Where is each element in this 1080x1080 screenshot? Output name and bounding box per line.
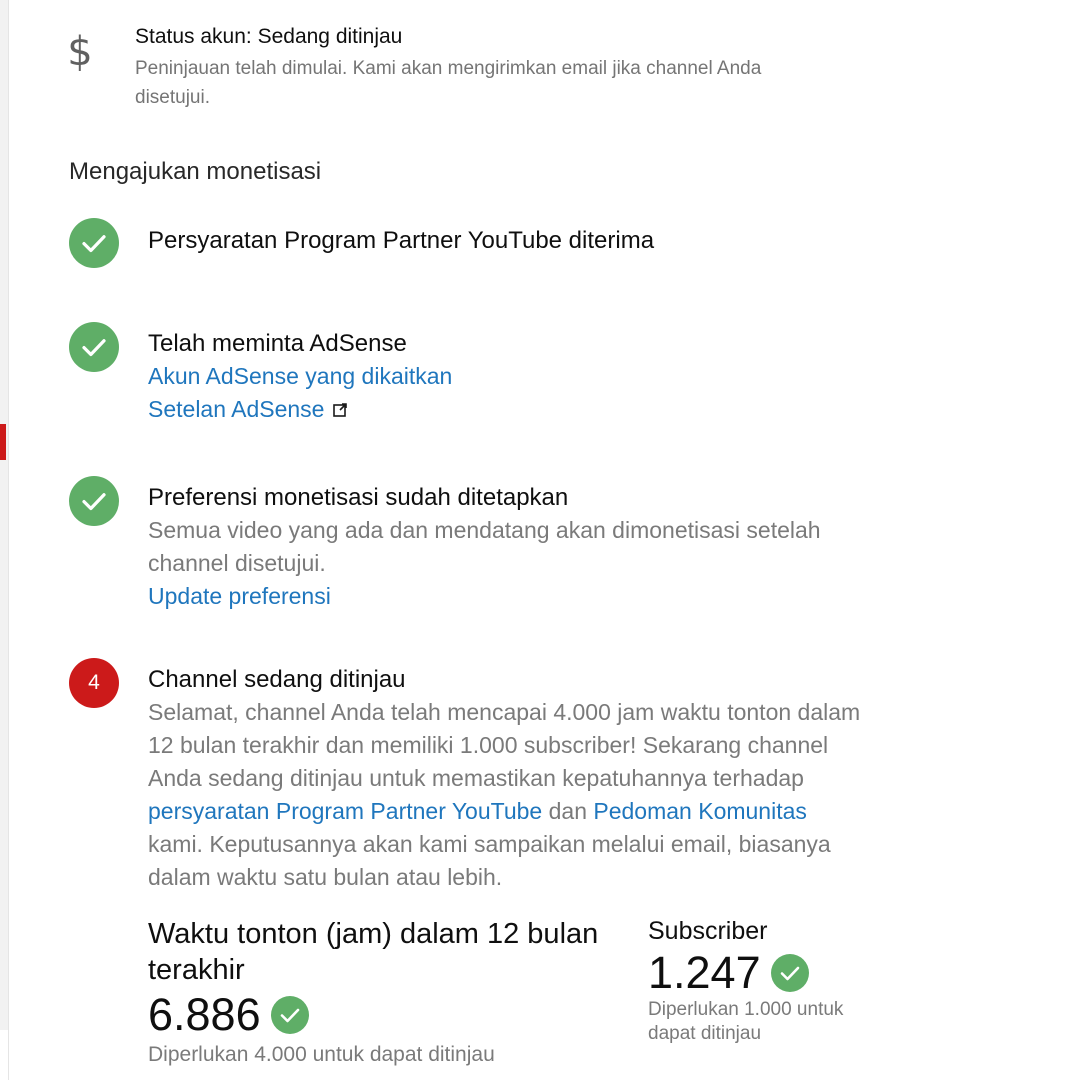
external-link-icon[interactable] bbox=[332, 402, 348, 423]
step-title: Preferensi monetisasi sudah ditetapkan bbox=[148, 484, 569, 511]
update-preferences-link[interactable]: Update preferensi bbox=[148, 580, 868, 613]
step-description: Semua video yang ada dan mendatang akan … bbox=[148, 517, 821, 576]
subscriber-value: 1.247 bbox=[648, 947, 761, 998]
adsense-settings-link[interactable]: Setelan AdSense bbox=[148, 396, 324, 422]
content-divider bbox=[8, 0, 23, 1080]
linked-adsense-account-link[interactable]: Akun AdSense yang dikaitkan bbox=[148, 360, 868, 393]
watch-time-value: 6.886 bbox=[148, 989, 261, 1040]
step-title: Channel sedang ditinjau bbox=[148, 666, 406, 693]
ypp-requirements-link[interactable]: persyaratan Program Partner YouTube bbox=[148, 798, 542, 824]
dollar-icon: $ bbox=[67, 29, 93, 75]
step-description: Selamat, channel Anda telah mencapai 4.0… bbox=[148, 696, 868, 894]
active-nav-indicator bbox=[0, 424, 6, 460]
status-title: Status akun: Sedang ditinjau bbox=[135, 25, 403, 48]
step-title: Telah meminta AdSense bbox=[148, 330, 407, 357]
section-heading: Mengajukan monetisasi bbox=[69, 158, 322, 185]
subscriber-stat: Subscriber 1.247 Diperlukan 1.000 untuk … bbox=[648, 916, 888, 1046]
checkmark-icon bbox=[69, 476, 119, 526]
review-text-part: kami. Keputusannya akan kami sampaikan m… bbox=[148, 831, 831, 890]
subscriber-label: Subscriber bbox=[648, 917, 768, 945]
step-title: Persyaratan Program Partner YouTube dite… bbox=[148, 227, 655, 254]
watch-time-label: Waktu tonton (jam) dalam 12 bulan terakh… bbox=[148, 918, 599, 986]
left-rail bbox=[0, 0, 8, 1030]
subscriber-requirement: Diperlukan 1.000 untuk dapat ditinjau bbox=[648, 999, 844, 1044]
watch-time-stat: Waktu tonton (jam) dalam 12 bulan terakh… bbox=[148, 916, 628, 1070]
checkmark-icon bbox=[270, 996, 309, 1034]
checkmark-icon bbox=[69, 322, 119, 372]
review-text-part: Selamat, channel Anda telah mencapai 4.0… bbox=[148, 699, 861, 791]
community-guidelines-link[interactable]: Pedoman Komunitas bbox=[593, 798, 807, 824]
watch-time-requirement: Diperlukan 4.000 untuk dapat ditinjau bbox=[148, 1043, 495, 1066]
status-description: Peninjauan telah dimulai. Kami akan meng… bbox=[135, 58, 762, 108]
step-number-badge: 4 bbox=[69, 658, 119, 708]
checkmark-icon bbox=[770, 954, 809, 992]
review-text-part: dan bbox=[542, 798, 594, 824]
checkmark-icon bbox=[69, 218, 119, 268]
adsense-settings-row: Setelan AdSense bbox=[148, 393, 868, 426]
